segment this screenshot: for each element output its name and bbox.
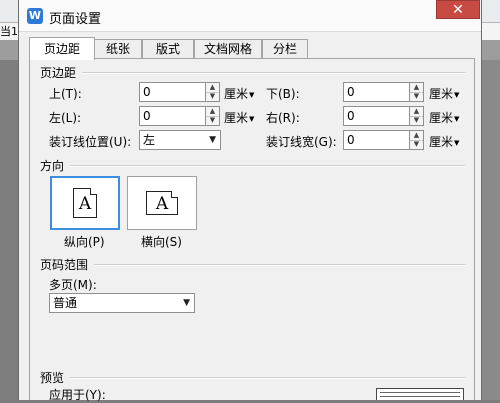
wps-writer-icon: W <box>27 8 43 24</box>
spin-down-icon[interactable]: ▼ <box>410 92 423 101</box>
spin-down-icon[interactable]: ▼ <box>410 140 423 149</box>
tab-columns[interactable]: 分栏 <box>262 39 308 59</box>
left-margin-spinner[interactable]: ▲ ▼ <box>206 106 220 126</box>
bottom-margin-spinner[interactable]: ▲ ▼ <box>410 82 424 102</box>
right-margin-input[interactable]: 0 <box>343 106 410 126</box>
bottom-margin-label: 下(B): <box>266 87 300 101</box>
margins-section-title: 页边距 <box>40 66 77 80</box>
multiple-pages-value: 普通 <box>53 296 78 310</box>
top-margin-input[interactable]: 0 <box>139 82 206 102</box>
portrait-page-icon: A <box>73 188 97 218</box>
margins-section-divider <box>82 72 465 74</box>
top-margin-unit-dropdown[interactable]: 厘米▼ <box>224 85 254 102</box>
right-margin-label: 右(R): <box>266 111 300 125</box>
page-setup-dialog: W 页面设置 ✕ 页边距 纸张 版式 文档网格 分栏 页边距 上(T): 0 ▲… <box>18 0 482 402</box>
spin-down-icon[interactable]: ▼ <box>206 116 219 125</box>
caret-down-icon: ▼ <box>249 114 255 123</box>
gutter-width-spinner[interactable]: ▲ ▼ <box>410 130 424 150</box>
landscape-page-icon: A <box>146 191 178 215</box>
gutter-width-unit: 厘米 <box>429 135 454 149</box>
bottom-margin-unit-dropdown[interactable]: 厘米▼ <box>429 85 459 102</box>
caret-down-icon: ▼ <box>454 90 460 99</box>
multiple-pages-select[interactable]: 普通 ▼ <box>49 293 195 313</box>
portrait-label: 纵向(P) <box>64 235 105 249</box>
dropdown-arrow-icon: ▼ <box>209 135 216 145</box>
page-range-section-title: 页码范围 <box>40 258 89 272</box>
background-document-tab-label: 当1 <box>0 25 18 38</box>
dropdown-arrow-icon: ▼ <box>183 298 190 308</box>
right-margin-unit: 厘米 <box>429 111 454 125</box>
caret-down-icon: ▼ <box>249 90 255 99</box>
tab-layout[interactable]: 版式 <box>142 39 194 59</box>
spin-down-icon[interactable]: ▼ <box>206 92 219 101</box>
gutter-width-label: 装订线宽(G): <box>266 135 337 149</box>
spin-down-icon[interactable]: ▼ <box>410 116 423 125</box>
background-document-tab-right[interactable] <box>481 22 500 42</box>
landscape-option[interactable]: A <box>127 176 197 230</box>
top-margin-spinner[interactable]: ▲ ▼ <box>206 82 220 102</box>
tab-margins[interactable]: 页边距 <box>29 37 95 60</box>
bottom-margin-unit: 厘米 <box>429 87 454 101</box>
landscape-label: 横向(S) <box>141 235 182 249</box>
bottom-margin-input[interactable]: 0 <box>343 82 410 102</box>
dialog-title: 页面设置 <box>49 12 102 27</box>
close-button[interactable]: ✕ <box>436 0 480 19</box>
caret-down-icon: ▼ <box>454 138 460 147</box>
gutter-position-select[interactable]: 左 ▼ <box>139 130 221 150</box>
gutter-position-label: 装订线位置(U): <box>49 135 132 149</box>
multiple-pages-label: 多页(M): <box>49 278 97 292</box>
tab-paper[interactable]: 纸张 <box>94 39 142 59</box>
top-margin-label: 上(T): <box>49 87 82 101</box>
close-icon: ✕ <box>452 2 464 18</box>
left-margin-input[interactable]: 0 <box>139 106 206 126</box>
left-margin-label: 左(L): <box>49 111 82 125</box>
gutter-width-input[interactable]: 0 <box>343 130 410 150</box>
tab-document-grid[interactable]: 文档网格 <box>194 39 262 59</box>
portrait-option[interactable]: A <box>50 176 120 230</box>
left-margin-unit-dropdown[interactable]: 厘米▼ <box>224 109 254 126</box>
top-margin-unit: 厘米 <box>224 87 249 101</box>
document-right-strip <box>480 60 500 400</box>
preview-section-title: 预览 <box>40 371 65 385</box>
preview-section-divider <box>70 377 465 379</box>
background-document-tab[interactable]: 当1 <box>0 22 19 42</box>
apply-to-label: 应用于(Y): <box>49 388 106 402</box>
right-margin-spinner[interactable]: ▲ ▼ <box>410 106 424 126</box>
orientation-section-title: 方向 <box>40 159 65 173</box>
preview-page-thumbnail <box>376 388 464 400</box>
caret-down-icon: ▼ <box>454 114 460 123</box>
left-margin-unit: 厘米 <box>224 111 249 125</box>
gutter-position-value: 左 <box>143 133 156 147</box>
right-margin-unit-dropdown[interactable]: 厘米▼ <box>429 109 459 126</box>
page-range-section-divider <box>94 264 465 266</box>
dialog-titlebar[interactable]: W 页面设置 ✕ <box>19 0 481 32</box>
gutter-width-unit-dropdown[interactable]: 厘米▼ <box>429 133 459 150</box>
orientation-section-divider <box>70 165 465 167</box>
